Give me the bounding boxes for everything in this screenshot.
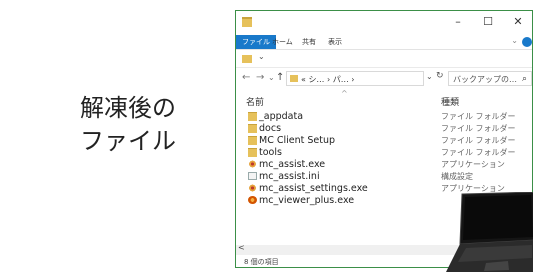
address-dropdown-icon[interactable]: ⌄: [426, 72, 433, 81]
address-path: « シ… › パ… ›: [301, 75, 355, 84]
folder-icon: [248, 148, 257, 157]
app-exe-icon: [248, 196, 257, 204]
gear-exe-icon: [248, 184, 257, 192]
qat-dropdown-icon[interactable]: ⌄: [258, 52, 265, 61]
list-item[interactable]: _appdata ファイル フォルダー: [236, 111, 532, 123]
file-name: tools: [259, 147, 282, 158]
folder-icon: [242, 55, 252, 63]
folder-icon: [248, 124, 257, 133]
file-name: docs: [259, 123, 282, 134]
tab-view[interactable]: 表示: [322, 35, 348, 49]
list-item[interactable]: mc_assist.exe アプリケーション: [236, 159, 532, 171]
file-type: 構成設定: [441, 172, 473, 181]
caption: 解凍後の ファイル: [58, 92, 198, 158]
list-item[interactable]: docs ファイル フォルダー: [236, 123, 532, 135]
laptop-image: [446, 192, 533, 272]
refresh-icon[interactable]: ↻: [436, 71, 444, 81]
column-name-header[interactable]: 名前: [246, 95, 264, 108]
file-name: mc_assist.exe: [259, 159, 326, 170]
folder-icon: [248, 136, 257, 145]
status-bar-item-count: 8 個の項目: [244, 258, 279, 266]
forward-icon[interactable]: →: [256, 72, 264, 83]
back-icon[interactable]: ←: [242, 72, 250, 83]
title-bar: – ☐ ✕: [236, 11, 532, 34]
sort-indicator-icon: ^: [341, 89, 348, 98]
folder-icon: [290, 75, 298, 82]
list-item[interactable]: MC Client Setup ファイル フォルダー: [236, 135, 532, 147]
file-type: ファイル フォルダー: [441, 136, 516, 145]
recent-locations-icon[interactable]: ⌄: [268, 73, 275, 82]
folder-icon: [248, 112, 257, 121]
file-type: ファイル フォルダー: [441, 148, 516, 157]
file-name: mc_viewer_plus.exe: [259, 195, 355, 206]
maximize-button[interactable]: ☐: [474, 13, 502, 31]
column-type-header[interactable]: 種類: [441, 95, 459, 108]
ini-file-icon: [248, 172, 257, 180]
search-placeholder: バックアップの…: [453, 75, 517, 84]
list-item[interactable]: mc_assist.ini 構成設定: [236, 171, 532, 183]
file-type: ファイル フォルダー: [441, 112, 516, 121]
close-button[interactable]: ✕: [504, 13, 532, 31]
address-bar: ← → ⌄ ↑ « シ… › パ… › ⌄ ↻ バックアップの… ⌕: [236, 67, 532, 90]
ribbon-tabs: ファイル ホーム 共有 表示 ⌄: [236, 35, 532, 50]
file-type: ファイル フォルダー: [441, 124, 516, 133]
search-input[interactable]: バックアップの… ⌕: [448, 71, 532, 86]
gear-exe-icon: [248, 160, 257, 168]
quick-access-toolbar: ⌄: [236, 49, 532, 68]
column-header: ^ 名前 種類: [236, 89, 532, 109]
folder-icon: [242, 17, 252, 27]
file-name: MC Client Setup: [259, 135, 336, 146]
search-icon: ⌕: [521, 74, 527, 84]
file-type: アプリケーション: [441, 160, 505, 169]
tab-share[interactable]: 共有: [296, 35, 322, 49]
ribbon-expand-icon[interactable]: ⌄: [511, 36, 518, 45]
tab-home[interactable]: ホーム: [266, 35, 299, 49]
list-item[interactable]: tools ファイル フォルダー: [236, 147, 532, 159]
caption-line-1: 解凍後の: [80, 94, 176, 122]
file-name: _appdata: [259, 111, 304, 122]
help-icon[interactable]: [522, 37, 532, 47]
caption-line-2: ファイル: [80, 127, 176, 155]
file-name: mc_assist_settings.exe: [259, 183, 368, 194]
file-name: mc_assist.ini: [259, 171, 320, 182]
laptop-display: [463, 195, 533, 240]
up-icon[interactable]: ↑: [276, 72, 284, 83]
address-field[interactable]: « シ… › パ… ›: [286, 71, 424, 86]
scroll-left-icon[interactable]: <: [238, 243, 245, 252]
minimize-button[interactable]: –: [444, 13, 472, 31]
